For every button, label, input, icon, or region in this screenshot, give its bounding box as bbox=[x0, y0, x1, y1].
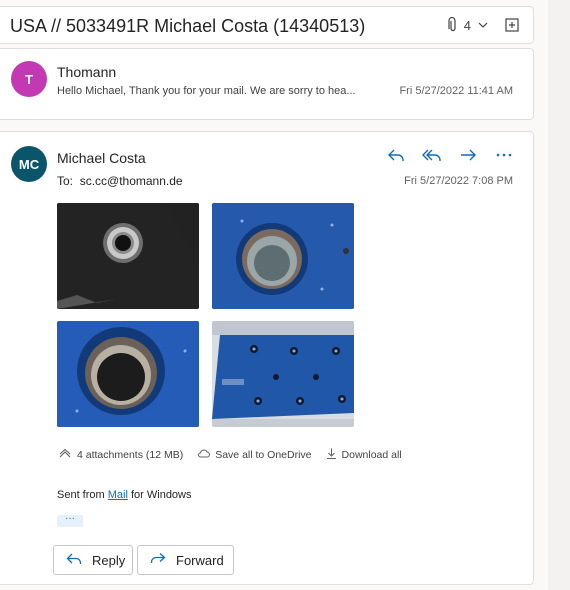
save-all-label: Save all to OneDrive bbox=[215, 449, 312, 461]
save-all-onedrive-button[interactable]: Save all to OneDrive bbox=[197, 449, 312, 461]
subject-tools: 4 bbox=[448, 17, 519, 33]
recipient-line: To: sc.cc@thomann.de bbox=[57, 174, 183, 188]
paperclip-icon bbox=[448, 17, 458, 33]
attachment-bar: 4 attachments (12 MB) Save all to OneDri… bbox=[58, 448, 402, 462]
message-collapsed[interactable]: T Thomann Hello Michael, Thank you for y… bbox=[0, 48, 534, 120]
reply-label: Reply bbox=[92, 552, 126, 568]
conversation-subject: USA // 5033491R Michael Costa (14340513) bbox=[10, 16, 366, 36]
attachments-icon bbox=[58, 448, 72, 462]
avatar-initials: T bbox=[25, 71, 33, 87]
message-actions bbox=[385, 144, 515, 166]
show-quoted-text-button[interactable]: ··· bbox=[57, 514, 83, 527]
forward-icon bbox=[150, 552, 166, 569]
more-icon[interactable] bbox=[493, 144, 515, 166]
popout-icon[interactable] bbox=[505, 18, 519, 32]
download-all-label: Download all bbox=[341, 449, 402, 461]
body-suffix: for Windows bbox=[127, 489, 192, 501]
to-label: To: bbox=[57, 174, 74, 188]
body-prefix: Sent from bbox=[57, 489, 108, 501]
sender-name[interactable]: Michael Costa bbox=[57, 150, 146, 166]
message-date: Fri 5/27/2022 11:41 AM bbox=[399, 85, 513, 97]
download-all-button[interactable]: Download all bbox=[326, 448, 402, 462]
forward-icon[interactable] bbox=[457, 144, 479, 166]
reply-button[interactable]: Reply bbox=[53, 545, 133, 575]
attachment-thumbnail-4[interactable] bbox=[212, 321, 354, 427]
message-preview: Hello Michael, Thank you for your mail. … bbox=[57, 85, 356, 97]
subject-bar: USA // 5033491R Michael Costa (14340513)… bbox=[0, 6, 534, 44]
attachment-count: 4 bbox=[463, 17, 471, 33]
attachments-label: 4 attachments (12 MB) bbox=[77, 449, 184, 461]
recipient-address[interactable]: sc.cc@thomann.de bbox=[80, 174, 183, 188]
attachment-thumbnail-1[interactable] bbox=[57, 203, 199, 309]
reply-icon bbox=[66, 552, 82, 569]
message-expanded: MC Michael Costa To: sc.cc@thomann.de Fr… bbox=[0, 131, 534, 585]
attachment-thumbnail-2[interactable] bbox=[212, 203, 354, 309]
scrollbar[interactable] bbox=[548, 0, 570, 590]
attachment-thumbnail-3[interactable] bbox=[57, 321, 199, 427]
sender-name[interactable]: Thomann bbox=[57, 64, 116, 80]
download-icon bbox=[326, 448, 337, 462]
forward-button[interactable]: Forward bbox=[137, 545, 234, 575]
chevron-down-icon[interactable] bbox=[477, 19, 489, 31]
reply-all-icon[interactable] bbox=[421, 144, 443, 166]
forward-label: Forward bbox=[176, 552, 224, 568]
avatar: MC bbox=[11, 146, 47, 182]
message-body: Sent from Mail for Windows bbox=[57, 489, 192, 501]
message-date: Fri 5/27/2022 7:08 PM bbox=[404, 175, 513, 187]
avatar: T bbox=[11, 61, 47, 97]
avatar-initials: MC bbox=[18, 156, 40, 172]
mail-link[interactable]: Mail bbox=[108, 489, 128, 501]
reply-icon[interactable] bbox=[385, 144, 407, 166]
cloud-icon bbox=[197, 449, 211, 461]
attachments-summary[interactable]: 4 attachments (12 MB) bbox=[58, 448, 184, 462]
